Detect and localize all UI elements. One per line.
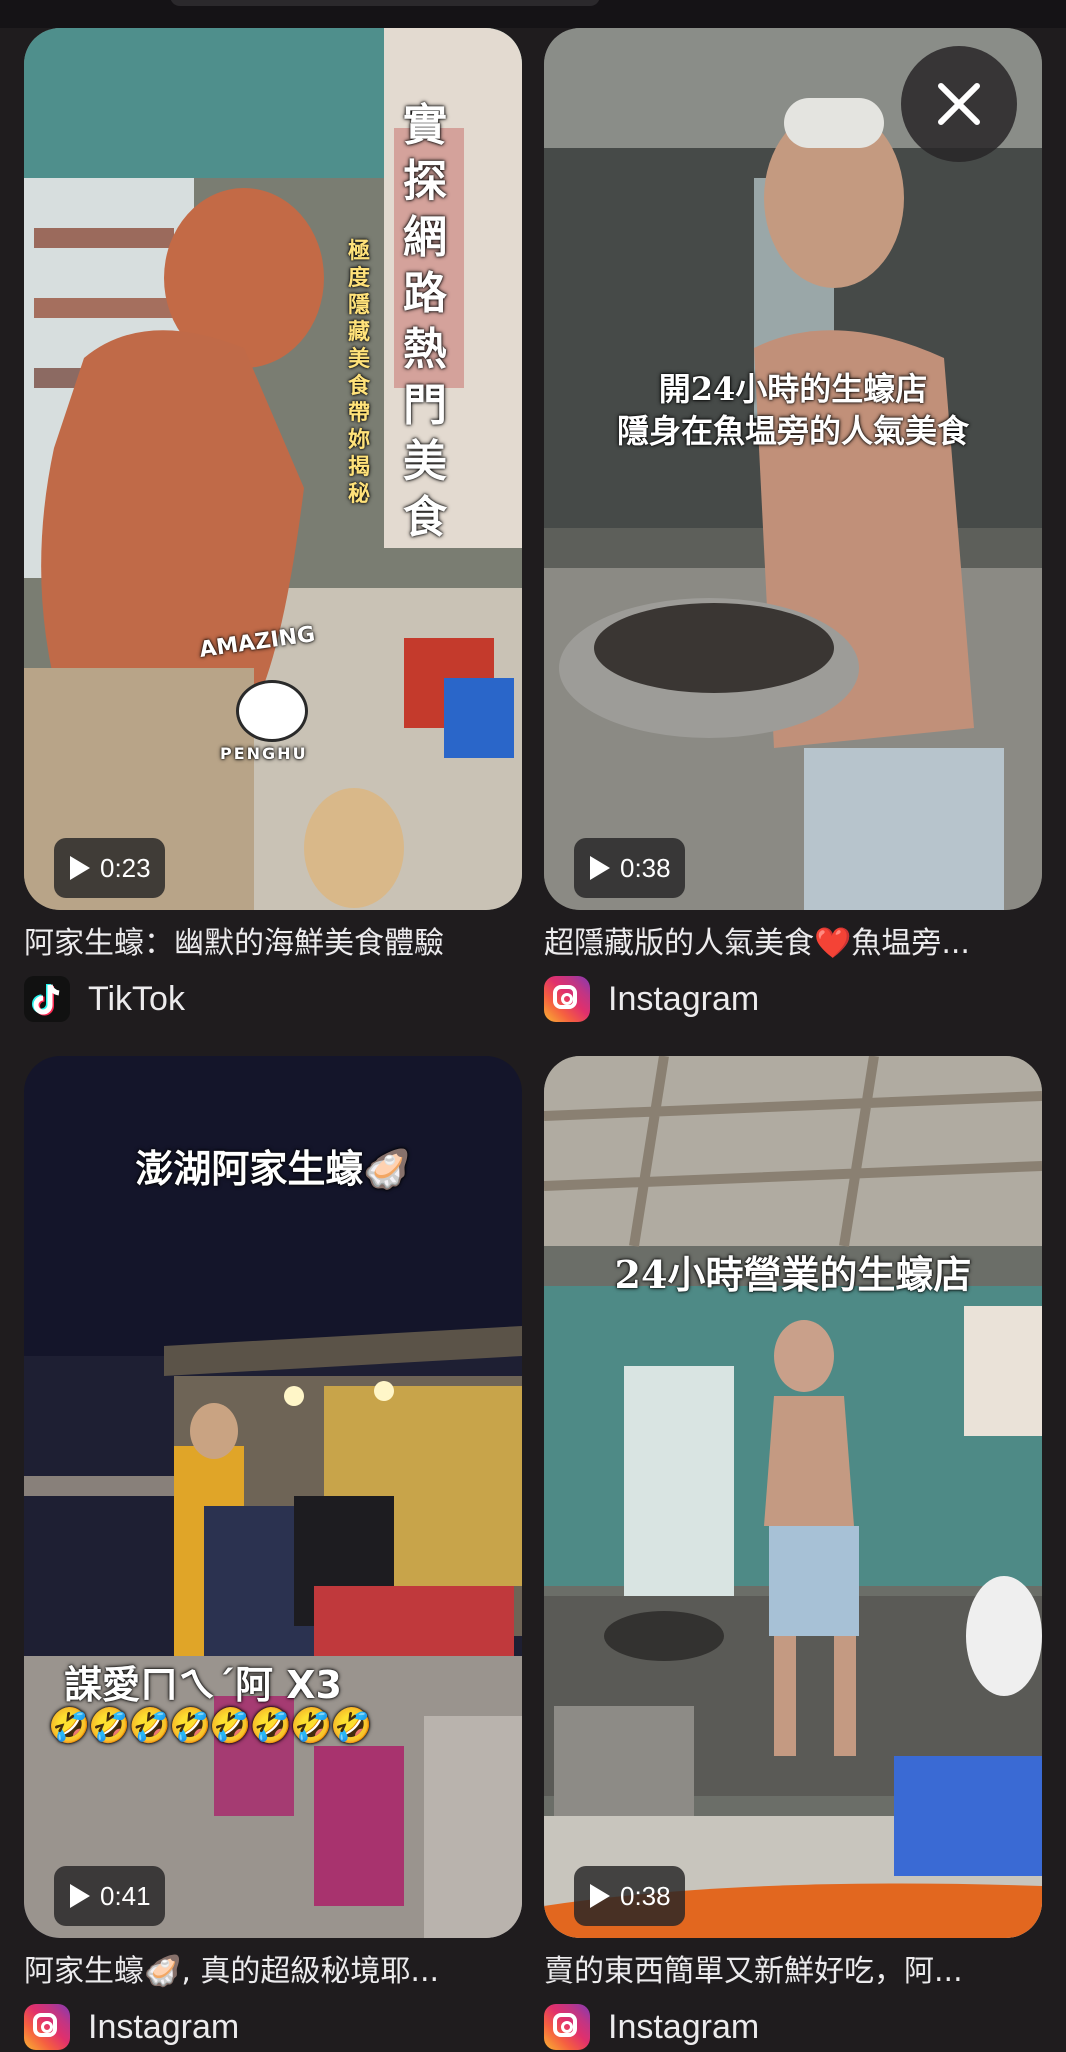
result-title[interactable]: 阿家生蠔🦪, 真的超級秘境耶... <box>24 1952 522 1992</box>
duration-badge: 0:38 <box>574 1866 685 1926</box>
result-card-2[interactable]: 開24小時的生蠔店 隱身在魚塭旁的人氣美食 0:38 超隱藏版的人氣美食❤️魚塭… <box>544 28 1042 1024</box>
instagram-icon <box>544 2004 590 2050</box>
video-thumbnail[interactable]: 澎湖阿家生蠔🦪 謀愛ㄇㄟˊ阿 X3 🤣🤣🤣🤣🤣🤣🤣🤣 0:41 <box>24 1056 522 1938</box>
result-card-1[interactable]: 實探網路熱門美食 極度隱藏美食 帶妳揭秘 AMAZING PENGHU 0:23… <box>24 28 522 1024</box>
source-name: Instagram <box>608 2007 760 2046</box>
sticker-text-bottom: PENGHU <box>220 744 308 763</box>
result-title[interactable]: 阿家生蠔：幽默的海鮮美食體驗 <box>24 924 522 964</box>
result-title[interactable]: 賣的東西簡單又新鮮好吃，阿... <box>544 1952 1042 1992</box>
thumbnail-image <box>544 1056 1042 1938</box>
duration-badge: 0:38 <box>574 838 685 898</box>
mascot-sticker <box>236 680 308 742</box>
overlay-line-1: 開24小時的生蠔店 <box>658 370 928 408</box>
instagram-icon <box>544 976 590 1022</box>
duration-badge: 0:23 <box>54 838 165 898</box>
overlay-vertical-title: 實探網路熱門美食 <box>403 100 447 543</box>
duration-label: 0:41 <box>100 1880 151 1911</box>
play-icon <box>70 1884 90 1908</box>
close-button[interactable] <box>901 46 1017 162</box>
result-source[interactable]: Instagram <box>544 2002 1042 2052</box>
overlay-vertical-subtitle: 極度隱藏美食 帶妳揭秘 <box>347 239 370 507</box>
duration-label: 0:38 <box>620 1880 671 1911</box>
video-thumbnail[interactable]: 實探網路熱門美食 極度隱藏美食 帶妳揭秘 AMAZING PENGHU 0:23 <box>24 28 522 910</box>
top-bar <box>0 0 1066 28</box>
overlay-emoji: 🤣🤣🤣🤣🤣🤣🤣🤣 <box>48 1706 373 1746</box>
result-source[interactable]: Instagram <box>544 974 1042 1024</box>
search-bar-edge[interactable] <box>170 0 600 6</box>
duration-badge: 0:41 <box>54 1866 165 1926</box>
result-source[interactable]: Instagram <box>24 2002 522 2052</box>
overlay-line-2: 隱身在魚塭旁的人氣美食 <box>616 412 969 450</box>
duration-label: 0:23 <box>100 852 151 883</box>
result-card-3[interactable]: 澎湖阿家生蠔🦪 謀愛ㄇㄟˊ阿 X3 🤣🤣🤣🤣🤣🤣🤣🤣 0:41 阿家生蠔🦪, 真… <box>24 1056 522 2052</box>
overlay-line-1: 24小時營業的生蠔店 <box>614 1252 972 1297</box>
overlay-line-2: 謀愛ㄇㄟˊ阿 X3 <box>64 1663 342 1707</box>
video-thumbnail[interactable]: 24小時營業的生蠔店 0:38 <box>544 1056 1042 1938</box>
result-source[interactable]: TikTok <box>24 974 522 1024</box>
tiktok-icon <box>24 976 70 1022</box>
overlay-line-1: 澎湖阿家生蠔🦪 <box>135 1147 411 1191</box>
instagram-icon <box>24 2004 70 2050</box>
source-name: Instagram <box>88 2007 240 2046</box>
result-title[interactable]: 超隱藏版的人氣美食❤️魚塭旁... <box>544 924 1042 964</box>
source-name: TikTok <box>88 979 185 1018</box>
result-card-4[interactable]: 24小時營業的生蠔店 0:38 賣的東西簡單又新鮮好吃，阿... Instagr… <box>544 1056 1042 2052</box>
source-name: Instagram <box>608 979 760 1018</box>
close-icon <box>938 83 980 125</box>
play-icon <box>590 856 610 880</box>
play-icon <box>70 856 90 880</box>
duration-label: 0:38 <box>620 852 671 883</box>
play-icon <box>590 1884 610 1908</box>
